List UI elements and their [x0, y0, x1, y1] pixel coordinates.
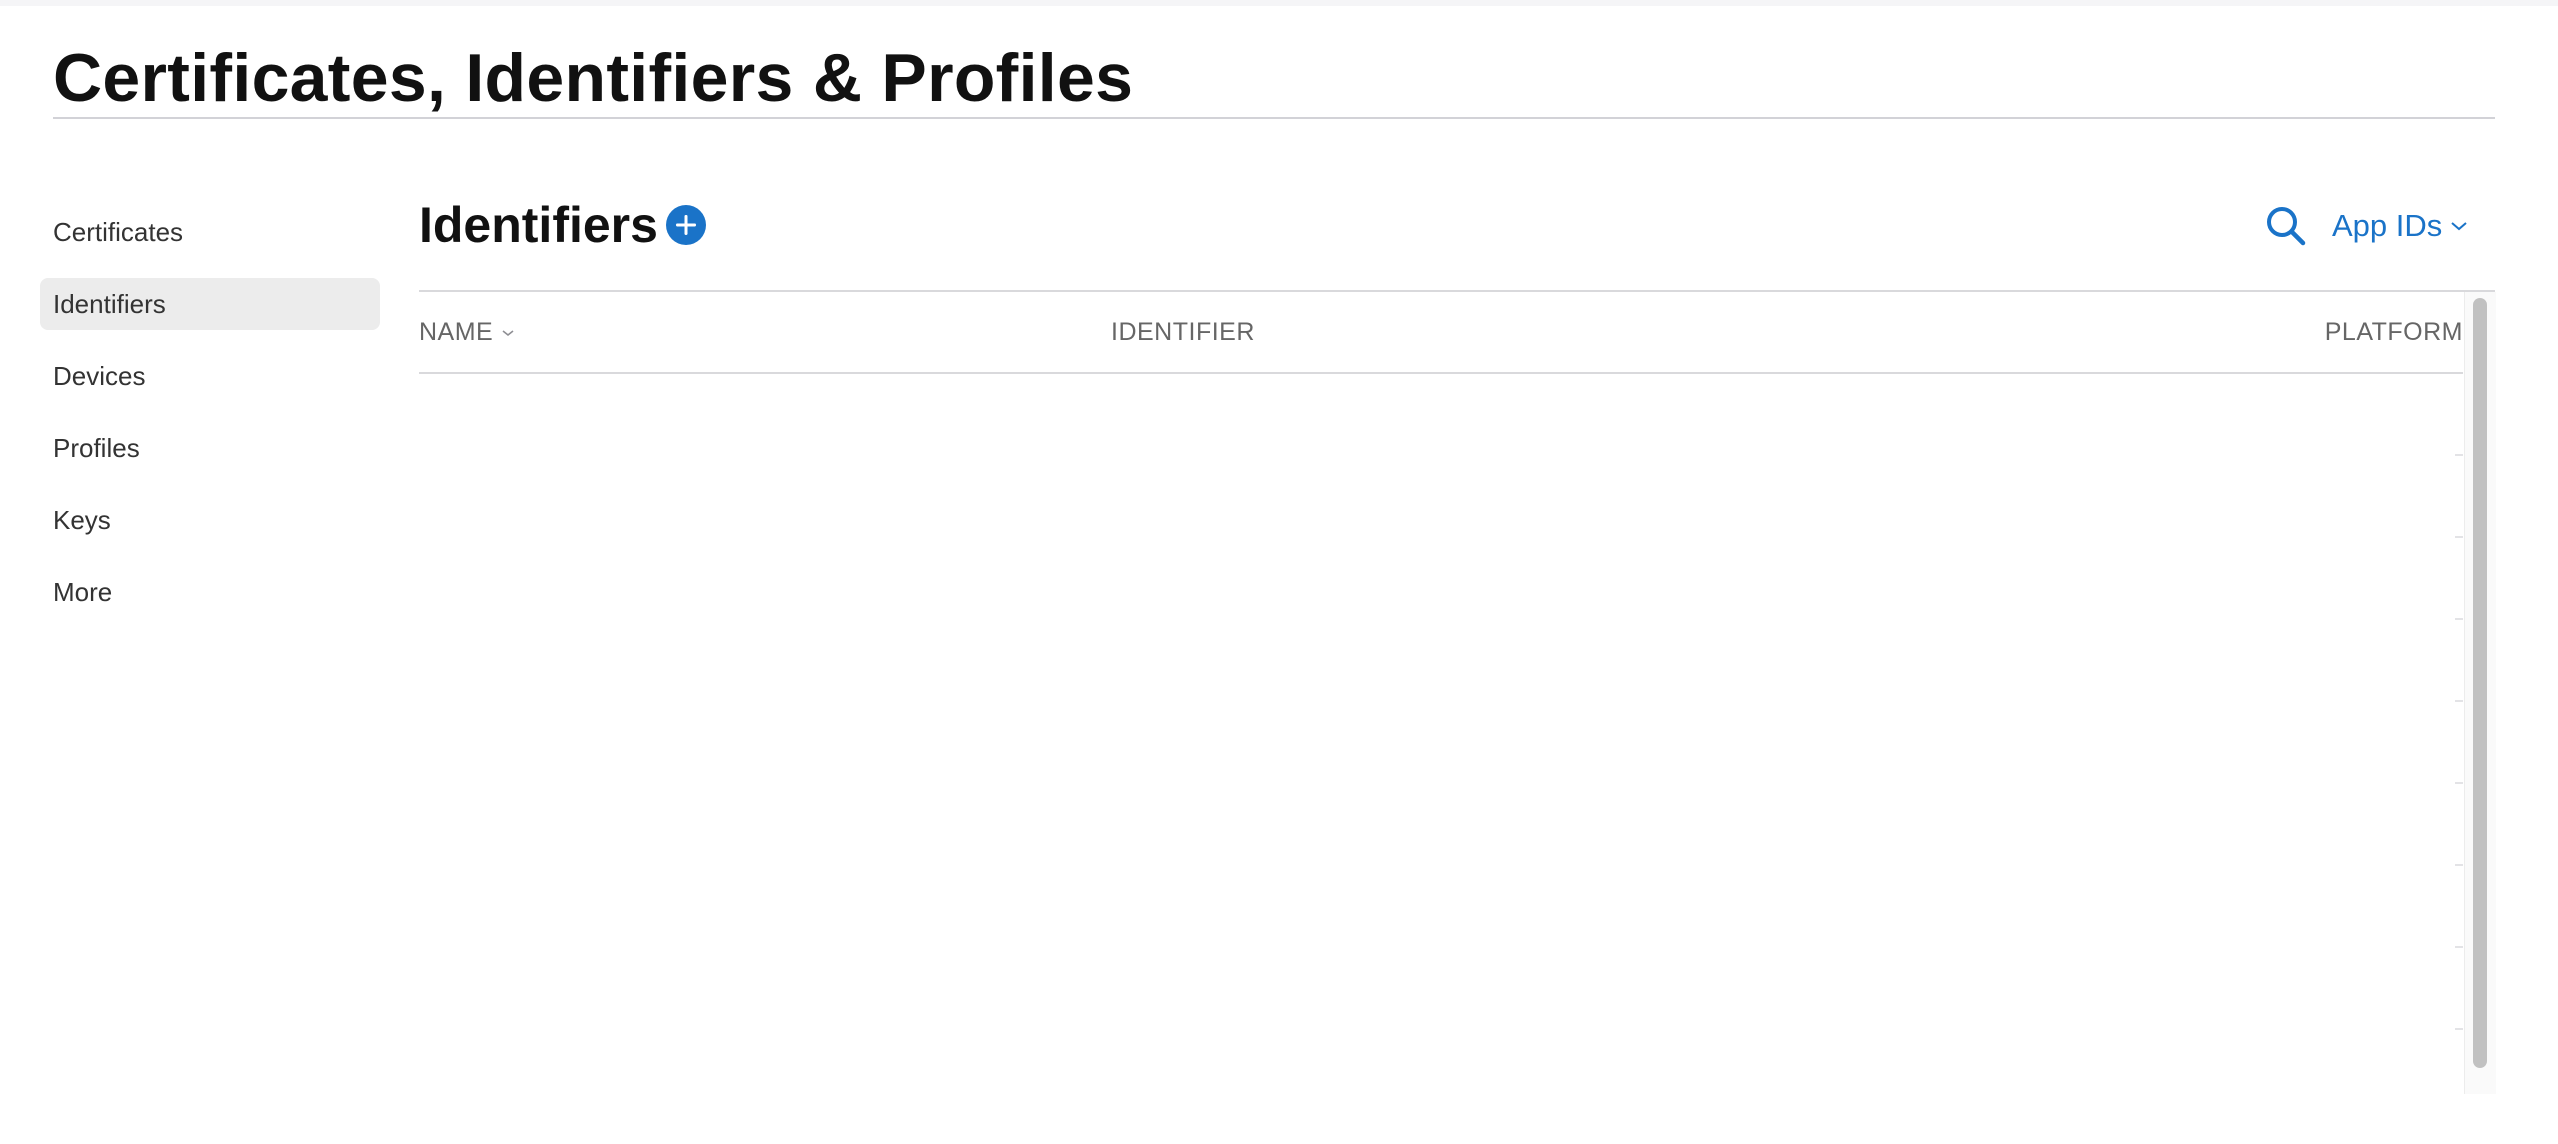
- sidebar-item-keys[interactable]: Keys: [40, 494, 380, 546]
- search-icon: [2267, 207, 2306, 246]
- row-divider: [2455, 1028, 2463, 1030]
- dropdown-selected-value: App IDs: [2332, 208, 2443, 243]
- sidebar-item-label: More: [53, 577, 113, 607]
- section-title: Identifiers: [419, 197, 658, 253]
- sidebar-item-label: Devices: [53, 361, 146, 391]
- row-divider: [2455, 700, 2463, 702]
- page-title: Certificates, Identifiers & Profiles: [53, 40, 1134, 116]
- row-divider: [2455, 946, 2463, 948]
- title-divider: [53, 117, 2495, 119]
- column-header-label: PLATFORM: [2324, 318, 2463, 346]
- row-divider: [2455, 864, 2463, 866]
- sidebar-item-identifiers[interactable]: Identifiers: [40, 278, 380, 330]
- scrollbar-thumb[interactable]: [2473, 298, 2487, 1068]
- column-header-identifier[interactable]: IDENTIFIER: [1111, 292, 1255, 372]
- identifier-type-dropdown[interactable]: App IDs: [2332, 200, 2468, 252]
- sidebar-item-label: Identifiers: [53, 289, 166, 319]
- sidebar: Certificates Identifiers Devices Profile…: [40, 206, 380, 638]
- chevron-down-icon: [2451, 222, 2467, 231]
- sidebar-item-profiles[interactable]: Profiles: [40, 422, 380, 474]
- chevron-down-icon: [502, 330, 514, 337]
- search-button[interactable]: [2264, 204, 2308, 248]
- sidebar-item-label: Certificates: [53, 217, 184, 247]
- row-divider: [2455, 782, 2463, 784]
- sidebar-item-certificates[interactable]: Certificates: [40, 206, 380, 258]
- sidebar-item-label: Keys: [53, 505, 111, 535]
- row-divider: [2455, 454, 2463, 456]
- table-header: NAME IDENTIFIER PLATFORM: [419, 292, 2463, 374]
- column-header-label: IDENTIFIER: [1111, 318, 1255, 346]
- add-identifier-button[interactable]: [666, 205, 706, 245]
- column-header-platform[interactable]: PLATFORM: [2325, 292, 2463, 372]
- plus-circle-icon: [676, 215, 696, 235]
- column-header-name[interactable]: NAME: [419, 292, 515, 372]
- row-divider: [2455, 536, 2463, 538]
- top-strip: [0, 0, 2558, 6]
- sidebar-item-label: Profiles: [53, 433, 140, 463]
- row-divider: [2455, 618, 2463, 620]
- column-header-label: NAME: [419, 318, 494, 346]
- sidebar-item-more[interactable]: More: [40, 566, 380, 618]
- sidebar-item-devices[interactable]: Devices: [40, 350, 380, 402]
- identifiers-table-body: [419, 374, 2463, 1094]
